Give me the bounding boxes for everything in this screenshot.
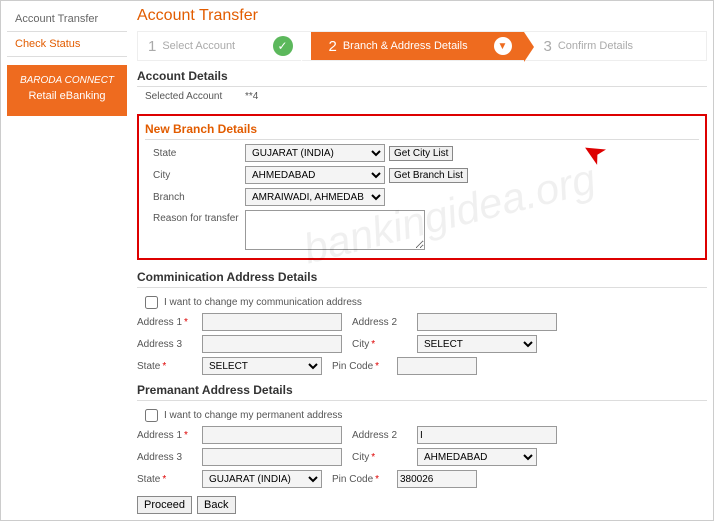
- comm-change-label: I want to change my communication addres…: [164, 297, 362, 308]
- comm-a1-input[interactable]: [202, 313, 342, 331]
- perm-heading: Premanant Address Details: [137, 383, 707, 401]
- brand-box: BARODA CONNECT Retail eBanking: [7, 65, 127, 116]
- comm-city-select[interactable]: SELECT: [417, 335, 537, 353]
- back-button[interactable]: Back: [197, 496, 235, 514]
- step-1-label: Select Account: [162, 40, 235, 52]
- comm-heading: Comminication Address Details: [137, 270, 707, 288]
- city-select[interactable]: AHMEDABAD: [245, 166, 385, 184]
- city-label: City: [145, 170, 245, 181]
- brand-top: BARODA CONNECT: [11, 75, 123, 86]
- perm-pin-label: Pin Code*: [332, 474, 397, 485]
- check-icon: ✓: [273, 36, 293, 56]
- step-2-num: 2: [329, 38, 337, 55]
- comm-change-checkbox[interactable]: [145, 296, 158, 309]
- comm-a2-label: Address 2: [352, 317, 417, 328]
- selected-account-value: **4: [245, 91, 258, 102]
- sidebar-link-status[interactable]: Check Status: [7, 32, 127, 57]
- perm-city-select[interactable]: AHMEDABAD: [417, 448, 537, 466]
- perm-pin-input[interactable]: [397, 470, 477, 488]
- comm-city-label: City*: [352, 339, 417, 350]
- step-2-label: Branch & Address Details: [343, 40, 468, 52]
- comm-state-select[interactable]: SELECT: [202, 357, 322, 375]
- account-details-heading: Account Details: [137, 69, 707, 87]
- step-2: 2 Branch & Address Details ▼: [311, 32, 524, 60]
- reason-label: Reason for transfer: [145, 210, 245, 224]
- perm-a3-input[interactable]: [202, 448, 342, 466]
- step-3-label: Confirm Details: [558, 40, 633, 52]
- sidebar: Account Transfer Check Status BARODA CON…: [7, 7, 127, 514]
- step-3-num: 3: [544, 38, 552, 55]
- comm-state-label: State*: [137, 361, 202, 372]
- comm-a3-label: Address 3: [137, 339, 202, 350]
- comm-a3-input[interactable]: [202, 335, 342, 353]
- perm-change-label: I want to change my permanent address: [164, 410, 342, 421]
- reason-textarea[interactable]: [245, 210, 425, 250]
- step-3: 3 Confirm Details: [524, 38, 707, 55]
- comm-pin-input[interactable]: [397, 357, 477, 375]
- perm-a2-input[interactable]: [417, 426, 557, 444]
- page-title: Account Transfer: [137, 7, 707, 25]
- get-city-button[interactable]: Get City List: [389, 146, 453, 161]
- selected-account-label: Selected Account: [137, 91, 237, 102]
- new-branch-highlight: New Branch Details State GUJARAT (INDIA)…: [137, 114, 707, 260]
- perm-change-checkbox[interactable]: [145, 409, 158, 422]
- get-branch-button[interactable]: Get Branch List: [389, 168, 468, 183]
- perm-a1-label: Address 1*: [137, 430, 202, 441]
- steps-bar: 1 Select Account ✓ 2 Branch & Address De…: [137, 31, 707, 61]
- perm-a3-label: Address 3: [137, 452, 202, 463]
- proceed-button[interactable]: Proceed: [137, 496, 192, 514]
- perm-a1-input[interactable]: [202, 426, 342, 444]
- brand-bottom: Retail eBanking: [11, 90, 123, 102]
- perm-state-label: State*: [137, 474, 202, 485]
- branch-label: Branch: [145, 192, 245, 203]
- perm-a2-label: Address 2: [352, 430, 417, 441]
- comm-a1-label: Address 1*: [137, 317, 202, 328]
- state-select[interactable]: GUJARAT (INDIA): [245, 144, 385, 162]
- perm-city-label: City*: [352, 452, 417, 463]
- main-area: ➤ Account Transfer 1 Select Account ✓ 2 …: [137, 7, 707, 514]
- step-1: 1 Select Account ✓: [138, 36, 311, 56]
- page-container: Account Transfer Check Status BARODA CON…: [0, 0, 714, 521]
- perm-state-select[interactable]: GUJARAT (INDIA): [202, 470, 322, 488]
- chevron-down-icon: ▼: [494, 37, 512, 55]
- sidebar-link-transfer[interactable]: Account Transfer: [7, 7, 127, 32]
- new-branch-heading: New Branch Details: [145, 122, 699, 140]
- comm-pin-label: Pin Code*: [332, 361, 397, 372]
- branch-select[interactable]: AMRAIWADI, AHMEDAB: [245, 188, 385, 206]
- comm-a2-input[interactable]: [417, 313, 557, 331]
- step-1-num: 1: [148, 38, 156, 55]
- state-label: State: [145, 148, 245, 159]
